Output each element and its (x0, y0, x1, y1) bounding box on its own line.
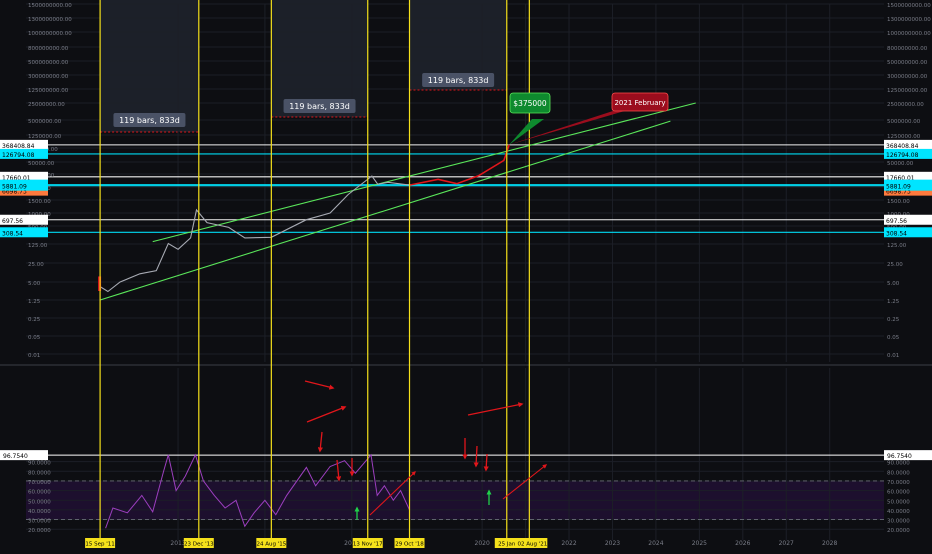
price-tick-left: 125.00 (28, 243, 48, 249)
date-badge-text: 25 Jan (498, 542, 516, 548)
rsi-tick-right: 70.0000 (887, 480, 910, 486)
date-badge-text: 24 Aug '15 (256, 542, 286, 548)
price-level-text-right: 308.54 (886, 230, 907, 237)
price-tick-right: 5.00 (887, 281, 900, 287)
rsi-tick-right: 90.0000 (887, 461, 910, 467)
btc-log-chart: 119 bars, 833d 119 bars, 833d 119 bars, 83… (0, 0, 932, 550)
time-tick: 2020 (475, 540, 490, 547)
price-tick-right: 1300000000.00 (887, 17, 931, 23)
price-tick-right: 25000000.00 (887, 102, 924, 108)
rsi-tick-left: 40.0000 (28, 509, 51, 515)
price-tick-right: 0.01 (887, 353, 899, 359)
price-tick-right: 50000.00 (887, 161, 914, 167)
rsi-tick-left: 70.0000 (28, 480, 51, 486)
price-tick-right: 1250000.00 (887, 134, 921, 140)
price-tick-right: 1500.00 (887, 199, 910, 205)
callout-text: 2021 February (614, 99, 665, 107)
rsi-tick-right: 40.0000 (887, 509, 910, 515)
date-badge-text: 29 Oct '18 (395, 542, 424, 548)
price-tick-left: 1300000000.00 (28, 17, 72, 23)
rsi-level-text-right: 96.7540 (887, 453, 912, 460)
price-tick-left: 25.00 (28, 262, 44, 268)
time-tick: 2025 (692, 540, 707, 547)
price-tick-left: 1250000.00 (28, 134, 62, 140)
price-tick-right: 5000000.00 (887, 119, 921, 125)
price-level-text-right: 126794.08 (886, 152, 919, 159)
price-tick-left: 50000.00 (28, 161, 55, 167)
price-tick-left: 0.25 (28, 317, 41, 323)
chart-container: 119 bars, 833d 119 bars, 833d 119 bars, 83… (0, 0, 932, 550)
price-tick-left: 5.00 (28, 281, 41, 287)
rsi-tick-right: 20.0000 (887, 528, 910, 534)
price-tick-right: 0.25 (887, 317, 900, 323)
date-badge-text: 23 Dec '13 (184, 542, 214, 548)
price-tick-right: 1000000000.00 (887, 31, 931, 37)
time-tick: 2028 (822, 540, 837, 547)
rsi-tick-left: 50.0000 (28, 499, 51, 505)
price-tick-right: 800000000.00 (887, 46, 928, 52)
time-tick: 2024 (648, 540, 663, 547)
time-tick: 2027 (779, 540, 794, 547)
price-level-text-left: 5881.09 (2, 184, 27, 191)
rsi-level-text-left: 96.7540 (3, 453, 28, 460)
price-tick-left: 0.05 (28, 335, 41, 341)
rsi-tick-left: 60.0000 (28, 490, 51, 496)
price-tick-left: 5000000.00 (28, 119, 62, 125)
price-tick-left: 1500000000.00 (28, 3, 72, 9)
price-tick-right: 300000000.00 (887, 74, 928, 80)
date-badge-text: 02 Aug '21 (517, 542, 547, 548)
price-level-text-right: 697.56 (886, 218, 907, 225)
time-tick: 2026 (735, 540, 750, 547)
price-tick-left: 1500.00 (28, 199, 51, 205)
rsi-tick-right: 30.0000 (887, 519, 910, 525)
callout-text: $375000 (513, 99, 547, 108)
rsi-tick-right: 50.0000 (887, 499, 910, 505)
cycle-range-box (100, 0, 199, 132)
time-tick: 2022 (561, 540, 576, 547)
rsi-tick-right: 60.0000 (887, 490, 910, 496)
rsi-tick-left: 20.0000 (28, 528, 51, 534)
time-tick: 2023 (605, 540, 620, 547)
price-tick-left: 300000000.00 (28, 74, 69, 80)
rsi-tick-left: 90.0000 (28, 461, 51, 467)
rsi-tick-left: 30.0000 (28, 519, 51, 525)
price-tick-right: 25.00 (887, 262, 903, 268)
cycle-range-label: 119 bars, 833d (119, 116, 180, 125)
price-tick-left: 125000000.00 (28, 88, 69, 94)
rsi-tick-right: 80.0000 (887, 470, 910, 476)
price-tick-right: 125.00 (887, 243, 907, 249)
price-tick-right: 500000000.00 (887, 60, 928, 66)
cycle-range-label: 119 bars, 833d (289, 102, 350, 111)
price-tick-right: 1.25 (887, 299, 900, 305)
price-tick-left: 0.01 (28, 353, 40, 359)
price-level-text-left: 697.56 (2, 218, 23, 225)
price-tick-left: 500000000.00 (28, 60, 69, 66)
cycle-range-label: 119 bars, 833d (428, 76, 489, 85)
price-tick-left: 25000000.00 (28, 102, 65, 108)
rsi-tick-left: 80.0000 (28, 470, 51, 476)
price-tick-left: 1.25 (28, 299, 41, 305)
price-tick-left: 800000000.00 (28, 46, 69, 52)
price-tick-right: 0.05 (887, 335, 900, 341)
price-level-text-right: 5881.09 (886, 184, 911, 191)
date-badge-text: 13 Nov '17 (353, 542, 383, 548)
price-tick-right: 1500000000.00 (887, 3, 931, 9)
price-tick-left: 1000000000.00 (28, 31, 72, 37)
price-level-text-left: 368408.84 (2, 143, 35, 150)
price-tick-right: 125000000.00 (887, 88, 928, 94)
price-level-text-left: 308.54 (2, 230, 23, 237)
price-level-text-right: 368408.84 (886, 143, 919, 150)
date-badge-text: 15 Sep '11 (85, 542, 114, 548)
price-level-text-left: 126794.08 (2, 152, 35, 159)
